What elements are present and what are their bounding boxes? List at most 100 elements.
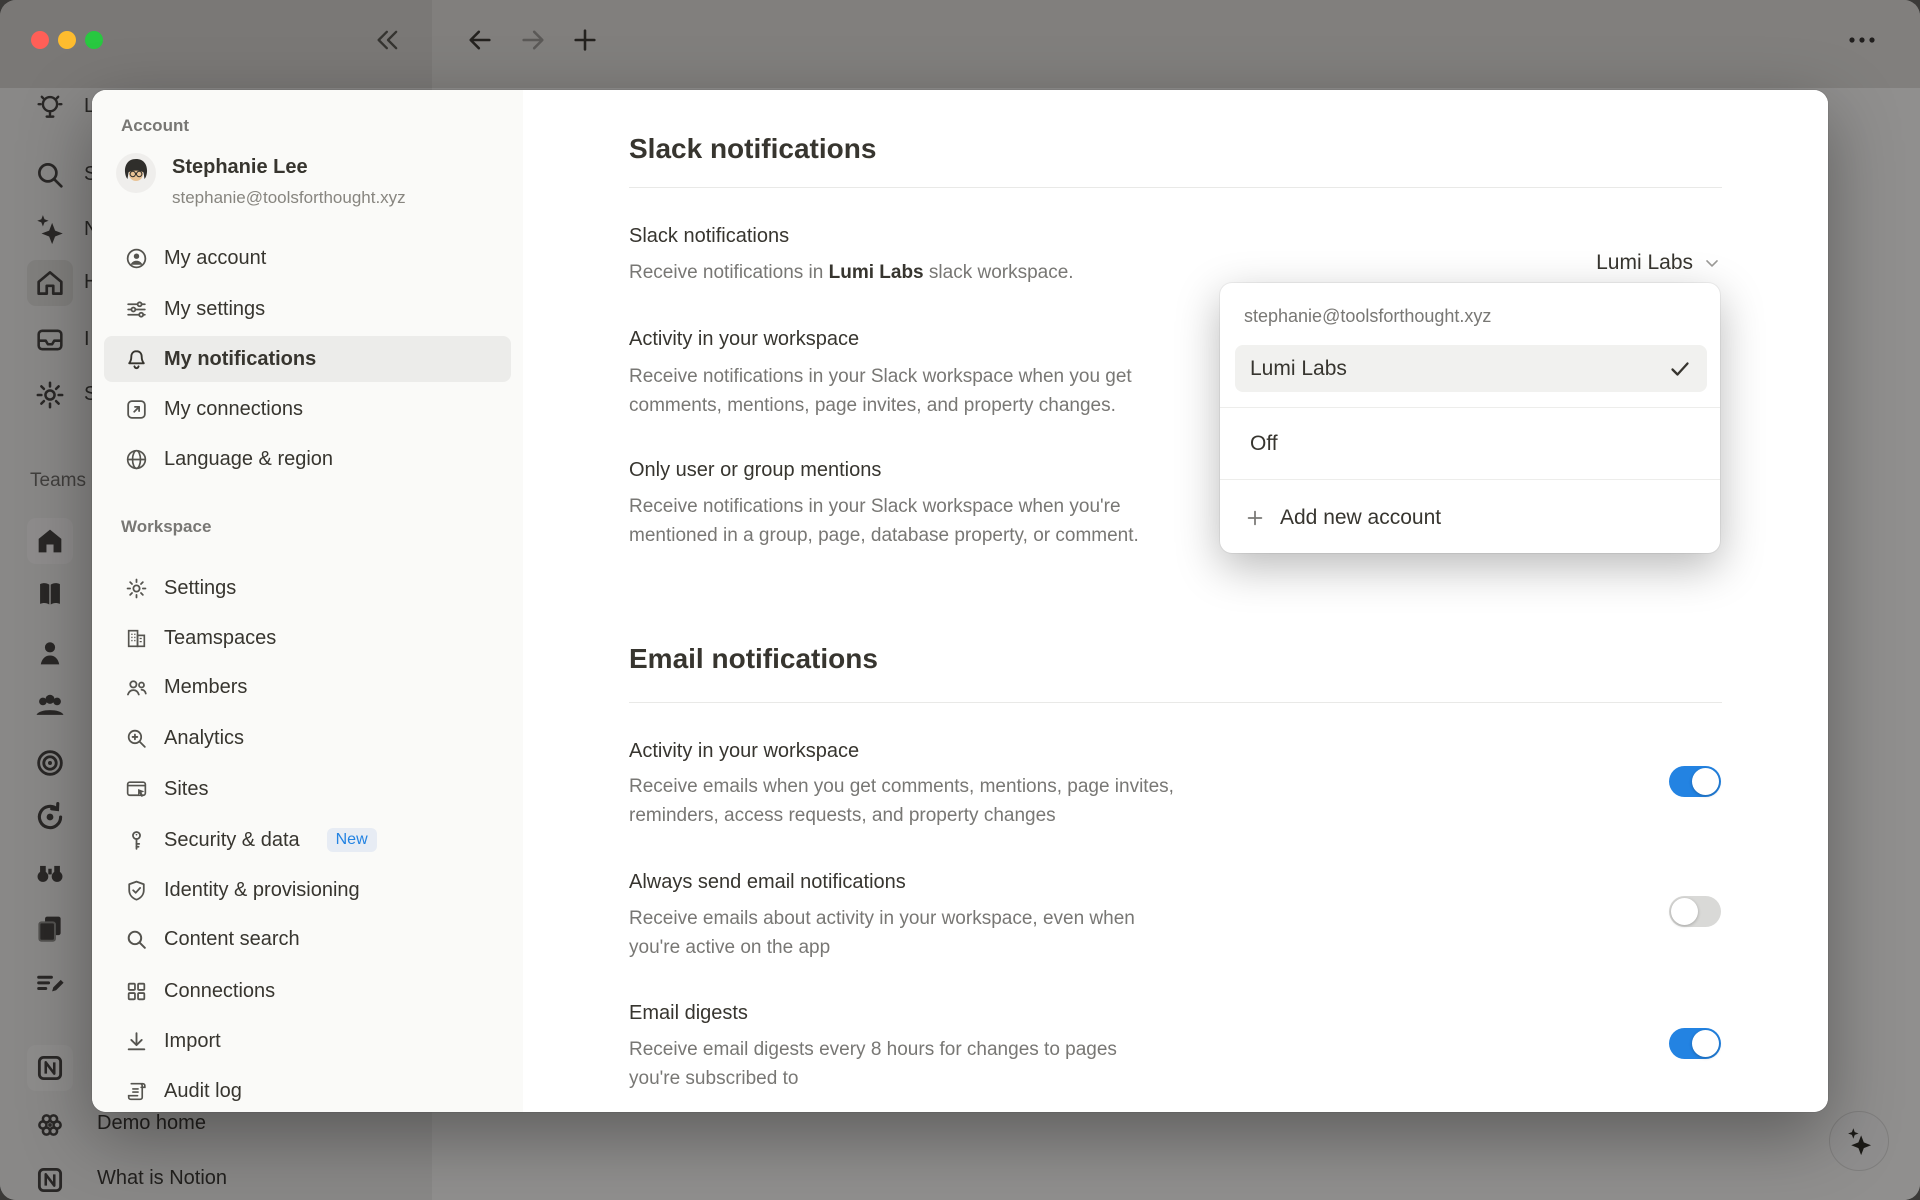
- email-digests-row-title: Email digests: [629, 999, 748, 1027]
- workspace-name: Lumi Labs: [829, 262, 924, 283]
- browser-cursor-icon: [124, 777, 149, 802]
- slack-account-dropdown-menu: stephanie@toolsforthought.xyz Lumi Labs …: [1220, 283, 1720, 553]
- sidebar-item-label: Language & region: [164, 448, 333, 471]
- sidebar-item-identity-provisioning[interactable]: Identity & provisioning: [104, 867, 511, 913]
- sidebar-item-label: Settings: [164, 577, 236, 600]
- sliders-icon: [124, 297, 149, 322]
- sidebar-item-label: My connections: [164, 398, 303, 421]
- sidebar-item-label: Content search: [164, 928, 300, 951]
- toggle-knob: [1692, 768, 1719, 795]
- sidebar-item-audit-log[interactable]: Audit log: [104, 1068, 511, 1112]
- sidebar-item-analytics[interactable]: Analytics: [104, 715, 511, 761]
- plus-icon: [1244, 507, 1266, 529]
- settings-content: Slack notifications Slack notifications …: [523, 90, 1828, 1112]
- account-section-header: Account: [121, 116, 189, 136]
- download-icon: [124, 1029, 149, 1054]
- checkmark-icon: [1668, 357, 1692, 381]
- app-window: L S N H I S Teams: [0, 0, 1920, 1200]
- toggle-knob: [1671, 898, 1698, 925]
- arrow-up-right-box-icon: [124, 397, 149, 422]
- email-digests-row-desc: Receive email digests every 8 hours for …: [629, 1035, 1309, 1093]
- bell-icon: [124, 347, 149, 372]
- toggle-knob: [1692, 1030, 1719, 1057]
- gear-icon: [124, 576, 149, 601]
- sidebar-item-import[interactable]: Import: [104, 1018, 511, 1064]
- email-digests-toggle[interactable]: [1669, 1028, 1721, 1059]
- always-send-row-desc: Receive emails about activity in your wo…: [629, 904, 1309, 962]
- divider: [629, 187, 1722, 188]
- sidebar-item-sites[interactable]: Sites New: [104, 766, 511, 812]
- sidebar-item-label: My notifications: [164, 348, 316, 371]
- mentions-row-title: Only user or group mentions: [629, 456, 881, 484]
- sidebar-item-label: Analytics: [164, 727, 244, 750]
- sidebar-item-my-connections[interactable]: My connections: [104, 386, 511, 432]
- divider: [1220, 479, 1720, 480]
- settings-modal: Account Stephanie Lee stephanie@toolsfor…: [92, 90, 1828, 1112]
- person-circle-icon: [124, 246, 149, 271]
- new-badge: New: [327, 828, 377, 852]
- email-activity-toggle[interactable]: [1669, 766, 1721, 797]
- slack-section-heading: Slack notifications: [629, 131, 876, 167]
- sidebar-item-label: My settings: [164, 298, 265, 321]
- slack-notifications-row-title: Slack notifications: [629, 222, 789, 250]
- shield-check-icon: [124, 878, 149, 903]
- user-email: stephanie@toolsforthought.xyz: [172, 186, 406, 210]
- mentions-row-desc: Receive notifications in your Slack work…: [629, 492, 1309, 550]
- chevron-down-icon: [1702, 253, 1722, 273]
- sidebar-item-label: Teamspaces: [164, 627, 276, 650]
- sidebar-item-my-settings[interactable]: My settings: [104, 286, 511, 332]
- sidebar-item-language-region[interactable]: Language & region: [104, 436, 511, 482]
- buildings-icon: [124, 626, 149, 651]
- sidebar-item-label: Connections: [164, 980, 275, 1003]
- sidebar-item-label: Sites: [164, 778, 208, 801]
- action-label: Add new account: [1280, 506, 1441, 530]
- sidebar-item-label: Audit log: [164, 1080, 242, 1103]
- slack-workspace-dropdown[interactable]: Lumi Labs: [1596, 240, 1722, 286]
- dropdown-value: Lumi Labs: [1596, 251, 1693, 275]
- sidebar-item-my-account[interactable]: My account: [104, 235, 511, 281]
- email-activity-row-title: Activity in your workspace: [629, 737, 859, 765]
- dropdown-account-header: stephanie@toolsforthought.xyz: [1244, 306, 1491, 327]
- sidebar-item-label: Import: [164, 1030, 221, 1053]
- sidebar-item-label: Identity & provisioning: [164, 879, 360, 902]
- desc-text: Receive notifications in: [629, 262, 829, 283]
- dropdown-option-lumi-labs[interactable]: Lumi Labs: [1235, 345, 1707, 392]
- magnifier-plus-icon: [124, 726, 149, 751]
- always-send-toggle[interactable]: [1669, 896, 1721, 927]
- always-send-row-title: Always send email notifications: [629, 868, 906, 896]
- magnifier-icon: [124, 927, 149, 952]
- window-close-button[interactable]: [31, 31, 49, 49]
- sidebar-item-members[interactable]: Members: [104, 664, 511, 710]
- option-label: Lumi Labs: [1250, 357, 1347, 381]
- sidebar-item-settings[interactable]: Settings: [104, 565, 511, 611]
- grid-icon: [124, 979, 149, 1004]
- key-icon: [124, 828, 149, 853]
- sidebar-item-security-data[interactable]: Security & data New: [104, 817, 511, 863]
- slack-notifications-row-desc: Receive notifications in Lumi Labs slack…: [629, 258, 1309, 287]
- email-section-heading: Email notifications: [629, 641, 878, 677]
- avatar: [116, 153, 156, 193]
- sidebar-item-my-notifications[interactable]: My notifications: [104, 336, 511, 382]
- sidebar-item-connections[interactable]: Connections: [104, 968, 511, 1014]
- activity-workspace-row-title: Activity in your workspace: [629, 325, 859, 353]
- user-name: Stephanie Lee: [172, 154, 308, 180]
- add-new-account-button[interactable]: Add new account: [1244, 497, 1441, 539]
- window-minimize-button[interactable]: [58, 31, 76, 49]
- activity-workspace-row-desc: Receive notifications in your Slack work…: [629, 362, 1309, 420]
- people-icon: [124, 675, 149, 700]
- settings-sidebar: Account Stephanie Lee stephanie@toolsfor…: [92, 90, 523, 1112]
- desc-text: slack workspace.: [924, 262, 1074, 283]
- sidebar-item-label: Security & data: [164, 829, 300, 852]
- sidebar-item-teamspaces[interactable]: Teamspaces: [104, 615, 511, 661]
- sidebar-item-label: Members: [164, 676, 247, 699]
- divider: [1220, 407, 1720, 408]
- window-zoom-button[interactable]: [85, 31, 103, 49]
- divider: [629, 702, 1722, 703]
- option-label: Off: [1250, 432, 1278, 456]
- scroll-icon: [124, 1079, 149, 1104]
- dropdown-option-off[interactable]: Off: [1235, 420, 1707, 467]
- email-activity-row-desc: Receive emails when you get comments, me…: [629, 772, 1309, 830]
- workspace-section-header: Workspace: [121, 517, 211, 537]
- sidebar-item-label: My account: [164, 247, 266, 270]
- sidebar-item-content-search[interactable]: Content search: [104, 916, 511, 962]
